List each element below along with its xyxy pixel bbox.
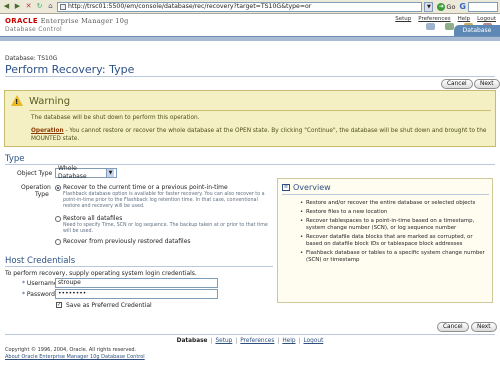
address-dropdown-icon[interactable]: ▼: [424, 1, 434, 12]
radio-unselected[interactable]: [55, 239, 61, 245]
object-type-value: Whole Database: [58, 165, 87, 180]
go-arrow-icon: ➜: [437, 2, 446, 11]
tab-database[interactable]: Database: [454, 25, 500, 36]
address-text: http://trsc01:5500/em/console/database/r…: [68, 3, 312, 10]
browser-toolbar: ◀ ▶ ✕ ↻ ⌂ http://trsc01:5500/em/console/…: [0, 0, 500, 14]
overview-header: ≡ Overview: [282, 183, 331, 192]
setup-icon[interactable]: [426, 23, 435, 30]
required-mark: *: [22, 291, 25, 298]
save-credential-checkbox[interactable]: ✓: [56, 302, 62, 308]
overview-panel: ≡ Overview Restore and/or recover the en…: [277, 178, 493, 303]
copyright-text: Copyright © 1996, 2004, Oracle. All righ…: [5, 347, 137, 353]
footer-nav: Database | Setup | Preferences | Help | Logout: [176, 338, 324, 344]
cancel-button-top[interactable]: Cancel: [441, 79, 473, 89]
footer-setup-link[interactable]: Setup: [215, 338, 232, 344]
help-link[interactable]: Help: [458, 16, 471, 22]
warning-message: The database will be shut down to perfor…: [31, 115, 200, 121]
setup-link[interactable]: Setup: [395, 16, 411, 22]
operation-text: - You cannot restore or recover the whol…: [31, 128, 487, 142]
footer-divider: [5, 334, 495, 335]
warning-title: Warning: [29, 96, 71, 107]
list-item: Restore and/or recover the entire databa…: [300, 200, 490, 207]
password-label-text: Password: [26, 291, 55, 298]
preferences-icon[interactable]: [445, 23, 454, 30]
username-input[interactable]: stroupe: [55, 278, 218, 288]
app-header: ORACLE Enterprise Manager 10g Database C…: [0, 14, 500, 36]
warning-operation-message: Operation - You cannot restore or recove…: [31, 127, 491, 143]
footer-preferences-link[interactable]: Preferences: [240, 338, 274, 344]
required-mark: *: [22, 280, 25, 287]
stop-icon[interactable]: ✕: [24, 2, 33, 11]
book-icon: ≡: [282, 184, 290, 191]
recover-radio-option[interactable]: Recover to the current time or a previou…: [55, 184, 228, 191]
warning-box: Warning The database will be shut down t…: [4, 90, 496, 147]
page-icon: [60, 3, 66, 10]
footer-logout-link[interactable]: Logout: [304, 338, 324, 344]
header-divider: [0, 36, 500, 41]
database-label: Database: TS10G: [5, 55, 58, 62]
credentials-instructions: To perform recovery, supply operating sy…: [5, 270, 197, 277]
password-input[interactable]: ••••••••: [55, 289, 218, 299]
page-title: Perform Recovery: Type: [5, 63, 135, 76]
browser-search-input[interactable]: [468, 1, 498, 12]
radio-label: Restore all datafiles: [63, 215, 123, 222]
preferences-link[interactable]: Preferences: [418, 16, 450, 22]
address-bar[interactable]: http://trsc01:5500/em/console/database/r…: [57, 1, 423, 12]
radio-selected[interactable]: [55, 185, 61, 191]
overview-list: Restore and/or recover the entire databa…: [300, 200, 490, 266]
next-button-bottom[interactable]: Next: [471, 322, 497, 332]
list-item: Flashback database or tables to a specif…: [300, 250, 490, 264]
username-label-text: Username: [26, 280, 58, 287]
logo-subtitle: Database Control: [5, 26, 63, 33]
recover-restored-radio-option[interactable]: Recover from previously restored datafil…: [55, 238, 191, 245]
logout-link[interactable]: Logout: [477, 16, 496, 22]
go-label: Go: [446, 2, 456, 11]
global-links: Setup Preferences Help Logout: [395, 16, 496, 22]
object-type-label: Object Type: [17, 170, 53, 177]
list-item: Recover tablespaces to a point-in-time b…: [300, 218, 490, 232]
radio-label: Recover from previously restored datafil…: [63, 238, 191, 245]
go-button[interactable]: ➜ Go: [435, 2, 457, 11]
password-label: * Password: [22, 291, 55, 298]
list-item: Restore files to a new location: [300, 209, 490, 216]
footer-help-link[interactable]: Help: [282, 338, 295, 344]
home-icon[interactable]: ⌂: [46, 2, 55, 11]
operation-type-label: Operation: [21, 184, 51, 191]
object-type-select[interactable]: Whole Database ▼: [55, 165, 117, 180]
radio-unselected[interactable]: [55, 216, 61, 222]
title-divider: [5, 76, 495, 77]
save-credential-label: Save as Preferred Credential: [66, 302, 152, 309]
host-credentials-heading: Host Credentials: [5, 256, 76, 266]
radio-label: Recover to the current time or a previou…: [63, 184, 228, 191]
restore-radio-option[interactable]: Restore all datafiles: [55, 215, 122, 222]
operation-type-label-2: Type: [35, 191, 49, 198]
cancel-button-bottom[interactable]: Cancel: [437, 322, 469, 332]
oracle-logo: ORACLE Enterprise Manager 10g Database C…: [5, 17, 129, 33]
footer-database-link[interactable]: Database: [177, 338, 208, 344]
next-button-top[interactable]: Next: [474, 79, 500, 89]
overview-title: Overview: [293, 183, 331, 192]
type-heading: Type: [5, 154, 25, 164]
warning-icon: [11, 95, 23, 106]
about-link[interactable]: About Oracle Enterprise Manager 10g Data…: [5, 354, 145, 361]
logo-product: Enterprise Manager 10g: [40, 17, 129, 25]
list-item: Recover datafile data blocks that are ma…: [300, 234, 490, 248]
username-label: * Username: [22, 280, 58, 287]
logo-brand: ORACLE: [5, 17, 38, 25]
google-icon[interactable]: G: [459, 2, 466, 11]
overview-divider: [282, 194, 489, 195]
operation-label: Operation: [31, 128, 64, 134]
restore-hint: Need to specify Time, SCN or log sequenc…: [63, 223, 268, 234]
chevron-down-icon: ▼: [106, 169, 114, 177]
copyright: Copyright © 1996, 2004, Oracle. All righ…: [5, 347, 145, 361]
credentials-divider: [5, 266, 273, 267]
forward-arrow-icon[interactable]: ▶: [13, 2, 22, 11]
warning-divider: [29, 110, 491, 111]
recover-hint: Flashback database option is available f…: [63, 192, 265, 209]
back-arrow-icon[interactable]: ◀: [2, 2, 11, 11]
refresh-icon[interactable]: ↻: [35, 2, 44, 11]
